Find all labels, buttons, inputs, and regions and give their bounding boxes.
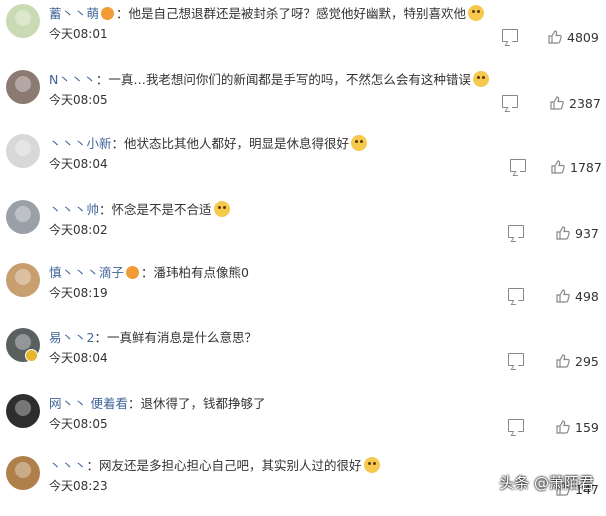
- comment-text: 网友还是多担心担心自己吧，其实别人过的很好: [99, 458, 362, 473]
- reply-icon[interactable]: [508, 288, 524, 301]
- badge-icon: [101, 7, 115, 20]
- reply-icon[interactable]: [508, 419, 524, 432]
- reply-icon[interactable]: [510, 159, 526, 172]
- avatar[interactable]: [6, 263, 40, 297]
- timestamp: 今天08:05: [49, 93, 108, 107]
- avatar[interactable]: [6, 4, 40, 38]
- like-button[interactable]: 4809: [548, 27, 599, 45]
- like-count: 295: [575, 354, 599, 369]
- thumbs-up-icon: [556, 289, 570, 303]
- comment-text: 一真鲜有消息是什么意思？: [106, 330, 257, 345]
- reply-icon[interactable]: [508, 353, 524, 366]
- comment-text: 怀念是不是不合适: [111, 202, 212, 217]
- comment-line: N丶丶丶：一真…我老想问你们的新闻都是手写的吗，不然怎么会有这种错误: [49, 70, 489, 90]
- comment-line: 网丶丶 便着看：退休得了，钱都挣够了: [49, 396, 266, 411]
- thumbs-up-icon: [556, 354, 570, 368]
- comment-text: 他是自己想退群还是被封杀了呀？感觉他好幽默，特别喜欢他: [128, 6, 467, 21]
- reply-icon[interactable]: [508, 225, 524, 238]
- comment-text: 一真…我老想问你们的新闻都是手写的吗，不然怎么会有这种错误: [108, 72, 471, 87]
- thumbs-up-icon: [556, 226, 570, 240]
- username[interactable]: 丶丶丶小新: [49, 136, 112, 151]
- like-count: 159: [575, 420, 599, 435]
- avatar[interactable]: [6, 134, 40, 168]
- thumbs-up-icon: [548, 30, 562, 44]
- like-button[interactable]: 159: [556, 417, 599, 435]
- comment-item: 丶丶丶小新：他状态比其他人都好，明显是休息得很好 今天08:04 1787: [0, 130, 606, 194]
- like-count: 498: [575, 289, 599, 304]
- comment-item: 慎丶丶丶滴子 ：潘玮柏有点像熊0 今天08:19 498: [0, 259, 606, 323]
- like-button[interactable]: 937: [556, 223, 599, 241]
- timestamp: 今天08:23: [49, 479, 108, 493]
- timestamp: 今天08:04: [49, 157, 108, 171]
- username[interactable]: 网丶丶 便着看: [49, 396, 128, 411]
- comment-text: 潘玮柏有点像熊0: [153, 265, 249, 280]
- timestamp: 今天08:01: [49, 27, 108, 41]
- thumbs-up-icon: [551, 160, 565, 174]
- timestamp: 今天08:04: [49, 351, 108, 365]
- username[interactable]: 丶丶丶帅: [49, 202, 99, 217]
- username[interactable]: 丶丶丶: [49, 458, 87, 473]
- username[interactable]: 蓄丶丶萌: [49, 6, 99, 21]
- reply-icon[interactable]: [502, 95, 518, 108]
- comment-line: 慎丶丶丶滴子 ：潘玮柏有点像熊0: [49, 265, 249, 280]
- username[interactable]: 慎丶丶丶滴子: [49, 265, 124, 280]
- comment-item: 蓄丶丶萌 ：他是自己想退群还是被封杀了呀？感觉他好幽默，特别喜欢他 今天08:01…: [0, 0, 606, 64]
- badge-icon: [126, 266, 140, 279]
- reply-icon[interactable]: [502, 29, 518, 42]
- comment-text: 退休得了，钱都挣够了: [140, 396, 266, 411]
- timestamp: 今天08:02: [49, 223, 108, 237]
- comment-item: 丶丶丶帅：怀念是不是不合适 今天08:02 937: [0, 196, 606, 260]
- comment-line: 蓄丶丶萌 ：他是自己想退群还是被封杀了呀？感觉他好幽默，特别喜欢他: [49, 4, 485, 24]
- comment-item: 网丶丶 便着看：退休得了，钱都挣够了 今天08:05 159: [0, 390, 606, 454]
- like-button[interactable]: 498: [556, 286, 599, 304]
- comment-line: 丶丶丶：网友还是多担心担心自己吧，其实别人过的很好: [49, 456, 380, 476]
- avatar[interactable]: [6, 200, 40, 234]
- watermark: 头条 @萧陌君: [499, 474, 594, 492]
- comment-line: 丶丶丶小新：他状态比其他人都好，明显是休息得很好: [49, 134, 368, 154]
- timestamp: 今天08:05: [49, 417, 108, 431]
- like-button[interactable]: 2387: [550, 93, 601, 111]
- like-button[interactable]: 1787: [551, 157, 602, 175]
- emoji-icon: [472, 71, 489, 87]
- like-count: 937: [575, 226, 599, 241]
- comment-item: N丶丶丶：一真…我老想问你们的新闻都是手写的吗，不然怎么会有这种错误 今天08:…: [0, 66, 606, 130]
- avatar[interactable]: [6, 70, 40, 104]
- timestamp: 今天08:19: [49, 286, 108, 300]
- like-count: 1787: [570, 160, 602, 175]
- username[interactable]: 易丶丶2: [49, 330, 94, 345]
- comment-item: 易丶丶2：一真鲜有消息是什么意思？ 今天08:04 295: [0, 324, 606, 388]
- comment-line: 丶丶丶帅：怀念是不是不合适: [49, 200, 230, 220]
- avatar[interactable]: [6, 394, 40, 428]
- emoji-icon: [468, 5, 485, 21]
- thumbs-up-icon: [550, 96, 564, 110]
- avatar[interactable]: [6, 456, 40, 490]
- emoji-icon: [363, 457, 380, 473]
- comment-text: 他状态比其他人都好，明显是休息得很好: [124, 136, 350, 151]
- emoji-icon: [213, 201, 230, 217]
- verified-icon: [25, 349, 38, 362]
- like-count: 4809: [567, 30, 599, 45]
- thumbs-up-icon: [556, 420, 570, 434]
- like-count: 2387: [569, 96, 601, 111]
- emoji-icon: [351, 135, 368, 151]
- username[interactable]: N丶丶丶: [49, 72, 96, 87]
- comment-line: 易丶丶2：一真鲜有消息是什么意思？: [49, 330, 257, 345]
- like-button[interactable]: 295: [556, 351, 599, 369]
